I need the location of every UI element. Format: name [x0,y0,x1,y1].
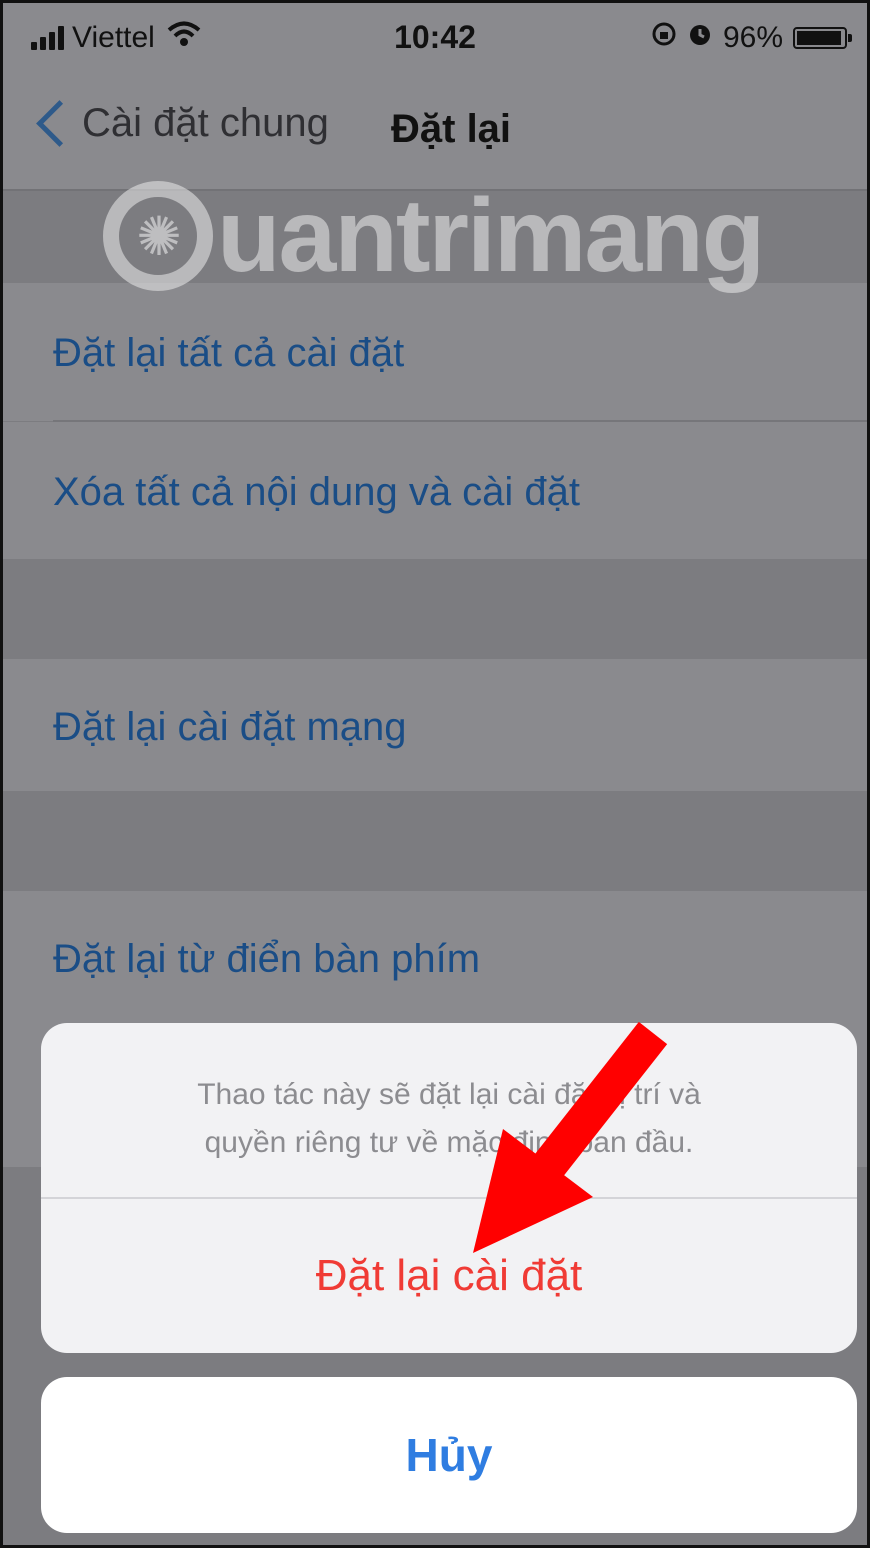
action-sheet-message: Thao tác này sẽ đặt lại cài đặt vị trí v… [41,1071,857,1167]
watermark-logo: ✺ uantrimang [103,171,765,301]
message-line-1: Thao tác này sẽ đặt lại cài đặt vị trí v… [197,1078,701,1111]
lightbulb-icon: ✺ [103,181,213,291]
action-sheet: Thao tác này sẽ đặt lại cài đặt vị trí v… [41,1023,857,1353]
phone-screen: Viettel 10:42 96% Cài đặt chung Đặt lại … [0,0,870,1548]
back-button[interactable]: Cài đặt chung [33,100,329,147]
status-right: 96% [651,21,852,55]
group-spacer [3,791,867,891]
cell-erase-all-content[interactable]: Xóa tất cả nội dung và cài đặt [3,422,867,559]
battery-icon [793,27,852,49]
page-title: Đặt lại [391,107,512,151]
cancel-button[interactable]: Hủy [406,1428,493,1482]
message-line-2: quyền riêng tư về mặc định ban đầu. [204,1126,694,1159]
reset-settings-button[interactable]: Đặt lại cài đặt [41,1199,857,1353]
cell-label: Đặt lại cài đặt mạng [53,705,407,749]
group-spacer [3,559,867,659]
status-bar: Viettel 10:42 96% [3,3,867,83]
cell-label: Đặt lại từ điển bàn phím [53,937,481,981]
cell-reset-network[interactable]: Đặt lại cài đặt mạng [3,659,867,791]
cell-label: Đặt lại tất cả cài đặt [53,331,405,375]
battery-percent: 96% [722,21,783,54]
cancel-sheet: Hủy [41,1377,857,1533]
watermark-text: uantrimang [217,177,765,294]
back-button-label: Cài đặt chung [82,101,329,145]
chevron-left-icon [36,100,83,147]
cell-reset-all-settings[interactable]: Đặt lại tất cả cài đặt [3,283,867,421]
alarm-icon [687,21,713,55]
orientation-lock-icon [651,21,677,55]
cell-label: Xóa tất cả nội dung và cài đặt [53,470,581,514]
